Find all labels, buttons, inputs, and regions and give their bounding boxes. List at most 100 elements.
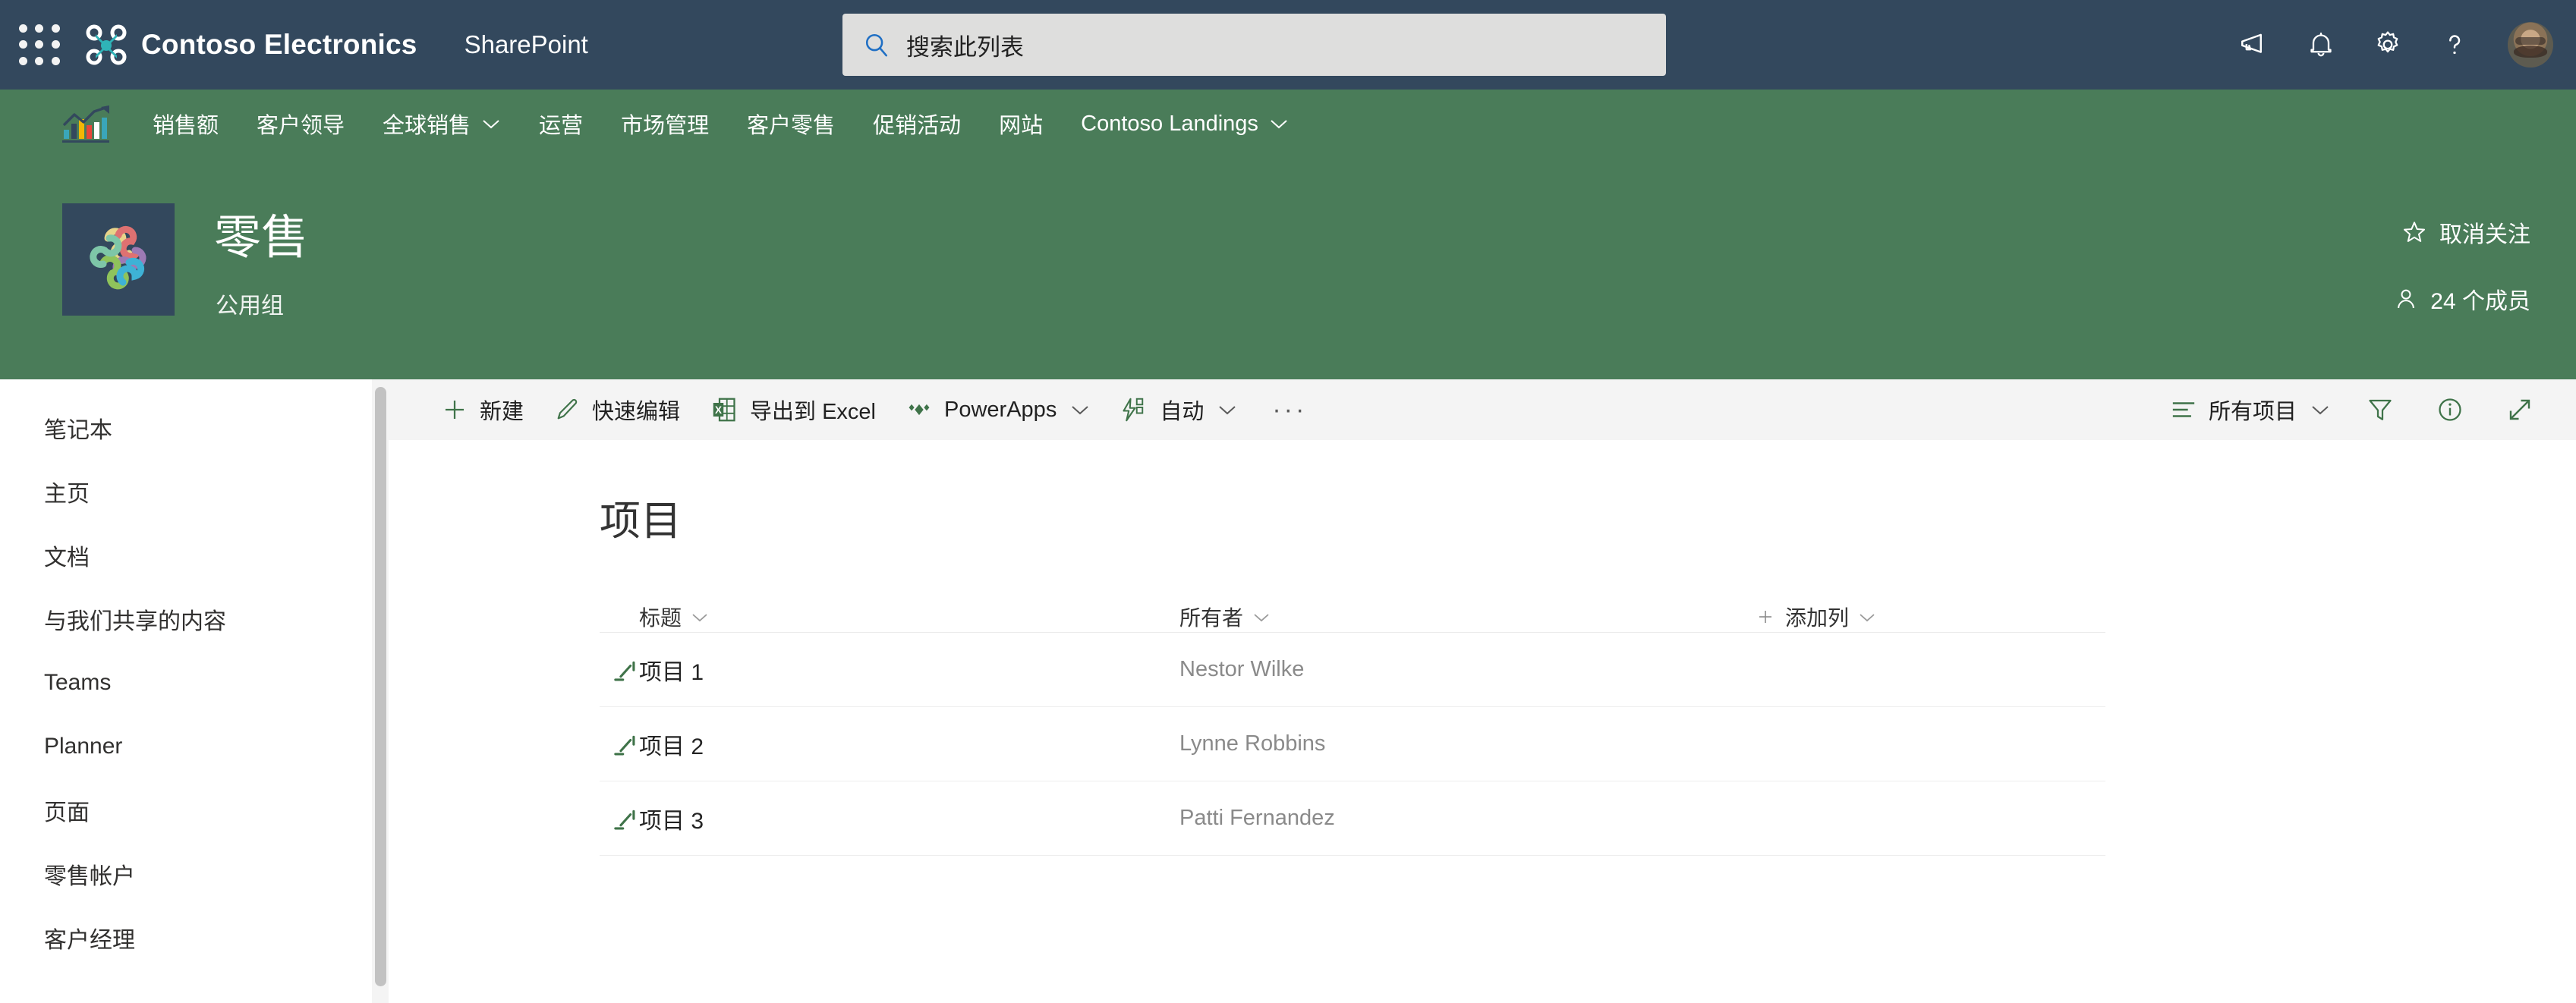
quick-edit-label: 快速编辑 (592, 400, 681, 424)
nav-item-7[interactable]: 网站 (980, 90, 1062, 158)
new-item-sparkle-icon (614, 735, 635, 755)
person-icon (2398, 289, 2415, 309)
pencil-icon (554, 397, 580, 423)
excel-icon: X (710, 396, 738, 423)
quick-edit-button[interactable]: 快速编辑 (539, 379, 695, 440)
sidebar-scrollbar[interactable] (372, 379, 389, 1003)
members-label: 24 个成员 (2430, 289, 2530, 314)
table-row[interactable]: 项目 1 Nestor Wilke (600, 633, 2105, 707)
megaphone-icon[interactable] (2221, 0, 2288, 90)
star-icon (2403, 222, 2426, 242)
column-header-owner[interactable]: 所有者 (1179, 602, 1756, 632)
new-label: 新建 (480, 400, 524, 424)
sidebar-item-label: 主页 (44, 482, 90, 507)
list-body: 项目 标题 所有者 添加列 项目 1 Nestor Wilke 项目 2 Lyn… (389, 440, 2576, 1003)
nav-item-0[interactable]: 销售额 (134, 90, 238, 158)
sharepoint-list-page: Contoso Electronics SharePoint 搜索此列表 销售额… (0, 0, 2576, 1003)
more-commands-button[interactable]: ··· (1252, 379, 1327, 440)
search-input[interactable]: 搜索此列表 (842, 14, 1666, 76)
top-nav-items: 销售额 客户领导 全球销售 运营 市场管理 客户零售 促销活动 网站 Conto… (134, 90, 1308, 158)
automate-label: 自动 (1160, 400, 1205, 424)
list-view-icon (2171, 400, 2197, 420)
row-title-label: 项目 1 (639, 659, 704, 685)
add-column-button[interactable]: 添加列 (1756, 602, 2105, 632)
nav-item-5[interactable]: 客户零售 (728, 90, 854, 158)
sidebar-item-documents[interactable]: 文档 (0, 524, 372, 587)
table-row[interactable]: 项目 3 Patti Fernandez (600, 781, 2105, 856)
site-header-actions: 取消关注 24 个成员 (2394, 215, 2530, 316)
sidebar-scrollbar-thumb[interactable] (375, 387, 386, 986)
sidebar-item-notebook[interactable]: 笔记本 (0, 396, 372, 460)
new-button[interactable]: 新建 (427, 379, 539, 440)
sales-chart-logo-icon (62, 105, 109, 143)
command-bar-right-group: 所有项目 (2118, 379, 2555, 440)
nav-item-1[interactable]: 客户领导 (238, 90, 364, 158)
sidebar-item-home[interactable]: 主页 (0, 460, 372, 524)
sidebar-item-label: 客户经理 (44, 928, 135, 953)
row-title-cell[interactable]: 项目 2 (600, 728, 1179, 761)
sidebar-item-shared-with-us[interactable]: 与我们共享的内容 (0, 587, 372, 651)
nav-item-label: 市场管理 (621, 114, 710, 138)
filter-button[interactable] (2345, 379, 2415, 440)
expand-button[interactable] (2485, 379, 2555, 440)
nav-item-3[interactable]: 运营 (520, 90, 602, 158)
sidebar-item-label: 页面 (44, 800, 90, 825)
row-title-cell[interactable]: 项目 1 (600, 653, 1179, 687)
bell-icon[interactable] (2288, 0, 2354, 90)
sidebar-item-label: 零售帐户 (44, 864, 135, 889)
view-switcher-button[interactable]: 所有项目 (2156, 379, 2345, 440)
export-to-excel-label: 导出到 Excel (750, 400, 877, 424)
command-bar: 新建 快速编辑 X 导出到 Excel PowerApps 自动 ··· 所有项… (389, 379, 2576, 440)
row-owner-cell: Nestor Wilke (1179, 657, 1756, 682)
nav-item-label: 销售额 (153, 114, 219, 138)
powerapps-button[interactable]: PowerApps (891, 379, 1105, 440)
nav-item-8[interactable]: Contoso Landings (1062, 90, 1308, 158)
app-launcher-icon[interactable] (15, 20, 64, 69)
export-to-excel-button[interactable]: X 导出到 Excel (695, 379, 891, 440)
brand-name: Contoso Electronics (141, 29, 417, 60)
chevron-down-icon (481, 118, 501, 130)
row-title-cell[interactable]: 项目 3 (600, 802, 1179, 835)
site-title: 零售 (214, 212, 309, 264)
follow-label: 取消关注 (2439, 222, 2530, 247)
nav-item-4[interactable]: 市场管理 (602, 90, 728, 158)
help-icon[interactable] (2421, 0, 2488, 90)
more-commands-label: ··· (1272, 395, 1308, 424)
suite-app-name[interactable]: SharePoint (464, 30, 588, 59)
filter-funnel-icon (2369, 399, 2392, 420)
nav-item-6[interactable]: 促销活动 (854, 90, 980, 158)
plus-icon (442, 397, 468, 423)
column-header-title[interactable]: 标题 (639, 602, 1179, 632)
sidebar-item-planner[interactable]: Planner (0, 715, 372, 778)
svg-text:X: X (715, 404, 722, 416)
sidebar-item-label: Teams (44, 670, 112, 695)
chevron-down-icon (1269, 118, 1289, 130)
nav-item-label: 全球销售 (383, 114, 471, 138)
sidebar-item-pages[interactable]: 页面 (0, 778, 372, 842)
column-header-title-cell: 标题 (600, 602, 1179, 632)
expand-arrows-icon (2509, 399, 2530, 420)
flow-lightning-icon (1120, 396, 1148, 423)
row-owner-cell: Patti Fernandez (1179, 806, 1756, 831)
chevron-down-icon (1858, 612, 1876, 623)
automate-button[interactable]: 自动 (1105, 379, 1252, 440)
nav-item-label: 客户零售 (747, 114, 836, 138)
site-logo (62, 203, 175, 316)
sidebar-item-teams[interactable]: Teams (0, 651, 372, 715)
suite-bar: Contoso Electronics SharePoint 搜索此列表 (0, 0, 2576, 90)
search-placeholder: 搜索此列表 (906, 33, 1024, 61)
table-row[interactable]: 项目 2 Lynne Robbins (600, 707, 2105, 781)
brand-logo-link[interactable]: Contoso Electronics (85, 24, 417, 66)
gear-icon[interactable] (2354, 0, 2421, 90)
site-top-navigation: 销售额 客户领导 全球销售 运营 市场管理 客户零售 促销活动 网站 Conto… (0, 90, 2576, 158)
avatar[interactable] (2508, 22, 2553, 68)
retail-group-logo-icon (90, 225, 146, 290)
nav-item-2[interactable]: 全球销售 (364, 90, 520, 158)
sidebar-item-account-manager[interactable]: 客户经理 (0, 906, 372, 970)
info-button[interactable] (2415, 379, 2485, 440)
follow-button[interactable]: 取消关注 (2394, 215, 2530, 249)
sidebar-item-retail-accounts[interactable]: 零售帐户 (0, 842, 372, 906)
members-button[interactable]: 24 个成员 (2394, 282, 2530, 316)
left-navigation: 笔记本 主页 文档 与我们共享的内容 Teams Planner 页面 零售帐户… (0, 379, 372, 1003)
plus-icon (1756, 608, 1775, 626)
